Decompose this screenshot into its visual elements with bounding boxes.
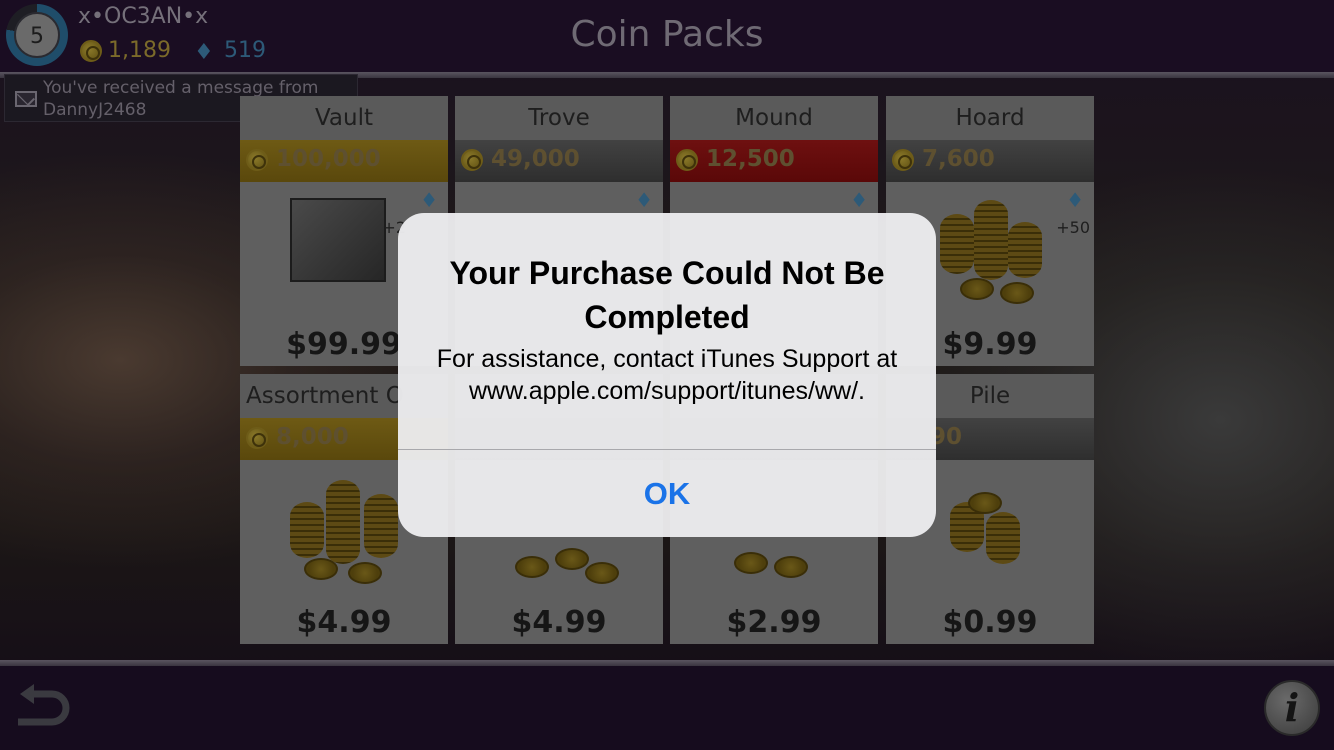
alert-message: For assistance, contact iTunes Support a… (436, 345, 898, 405)
ok-button[interactable]: OK (398, 450, 936, 537)
alert-title: Your Purchase Could Not Be Completed (449, 255, 885, 335)
purchase-error-alert: Your Purchase Could Not Be Completed For… (398, 213, 936, 537)
